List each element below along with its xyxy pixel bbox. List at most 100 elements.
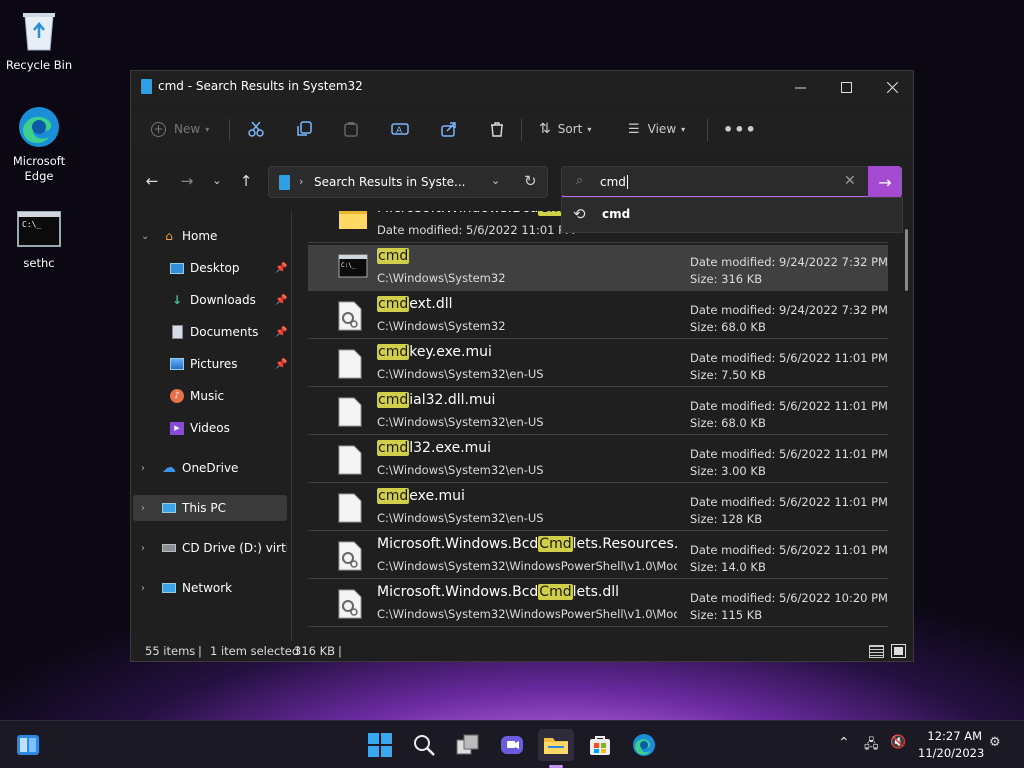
more-options-button[interactable]: ••• — [723, 117, 757, 141]
minimize-button[interactable] — [777, 71, 823, 103]
tiles-view-icon[interactable] — [891, 644, 906, 658]
nav-desktop[interactable]: Desktop 📌 — [133, 255, 287, 281]
delete-button[interactable] — [489, 117, 505, 141]
file-size: Size: 7.50 KB — [690, 368, 766, 382]
search-button[interactable] — [408, 729, 440, 761]
rename-button[interactable]: A — [391, 117, 409, 141]
show-hidden-icons-button[interactable]: ⌃ — [838, 735, 850, 751]
chevron-right-icon: › — [141, 502, 145, 514]
file-explorer-window: cmd - Search Results in System32 + New ▾… — [130, 70, 914, 662]
address-bar[interactable]: › Search Results in Syste... ⌄ ↻ — [268, 166, 548, 198]
nav-this-pc[interactable]: › This PC — [133, 495, 287, 521]
cd-drive-icon — [161, 540, 177, 556]
task-view-button[interactable] — [452, 729, 484, 761]
file-row[interactable]: cmdext.dll C:\Windows\System32 Date modifi… — [308, 293, 888, 339]
trash-icon — [491, 122, 503, 137]
svg-text:C:\_: C:\_ — [341, 262, 356, 269]
window-title: cmd - Search Results in System32 — [158, 79, 363, 93]
file-row[interactable]: C:\_ cmd C:\Windows\System32 Date modified:… — [308, 245, 888, 291]
address-dropdown-icon[interactable]: ⌄ — [491, 174, 500, 187]
file-date-modified: Date modified: 9/24/2022 7:32 PM — [690, 255, 888, 269]
volume-muted-icon[interactable]: 🔇 — [890, 735, 906, 750]
dll-file-icon — [338, 541, 368, 571]
desktop-icon-recycle-bin[interactable]: Recycle Bin — [1, 8, 77, 73]
toolbar-divider — [521, 119, 522, 141]
notification-icon[interactable]: ⚙ — [989, 735, 1001, 750]
clock-time[interactable]: 12:27 AM — [926, 729, 982, 743]
explorer-icon — [141, 79, 152, 94]
paste-button[interactable] — [343, 117, 359, 141]
clock-date[interactable]: 11/20/2023 — [918, 746, 984, 760]
toolbar-divider — [229, 119, 230, 141]
nav-onedrive[interactable]: › ☁ OneDrive — [133, 455, 287, 481]
arrow-up-icon: ↑ — [239, 172, 253, 190]
file-row[interactable]: cmdl32.exe.mui C:\Windows\System32\en-US D… — [308, 437, 888, 483]
network-status-icon[interactable]: 🖧 — [864, 735, 879, 757]
arrow-right-icon: → — [180, 172, 194, 190]
copy-button[interactable] — [296, 117, 312, 141]
file-row[interactable]: cmdial32.dll.mui C:\Windows\System32\en-U… — [308, 389, 888, 435]
search-input[interactable]: cmd — [600, 175, 628, 189]
microsoft-store-button[interactable] — [584, 729, 616, 761]
start-button[interactable] — [364, 729, 396, 761]
file-row[interactable]: Microsoft.Windows.BcdCmdlets.dll C:\Windo… — [308, 581, 888, 627]
nav-network[interactable]: › Network — [133, 575, 287, 601]
navigation-pane: ⌄ ⌂ Home Desktop 📌 ↓ Downloads 📌 Documen… — [131, 211, 291, 641]
view-button-label: View — [647, 122, 677, 136]
file-row[interactable]: Microsoft.Windows.BcdCmdlets.Resources..… — [308, 533, 888, 579]
search-go-button[interactable]: → — [868, 166, 902, 198]
desktop-icon-edge[interactable]: Microsoft Edge — [1, 104, 77, 184]
nav-downloads[interactable]: ↓ Downloads 📌 — [133, 287, 287, 313]
widgets-button[interactable] — [12, 729, 44, 761]
pin-icon: 📌 — [275, 294, 288, 306]
arrow-left-icon: ← — [145, 172, 159, 190]
file-size: Size: 68.0 KB — [690, 416, 766, 430]
search-box[interactable]: ⌕ cmd ✕ — [561, 166, 902, 198]
desktop-icon-label: sethc — [23, 256, 55, 270]
refresh-icon[interactable]: ↻ — [524, 172, 537, 190]
file-explorer-taskbar-button[interactable] — [538, 729, 574, 761]
desktop-icon-sethc[interactable]: C:\_ sethc — [1, 206, 77, 271]
details-view-icon[interactable] — [869, 645, 884, 658]
file-path: C:\Windows\System32\en-US — [377, 415, 544, 429]
new-button[interactable]: + New ▾ — [151, 117, 209, 141]
chevron-down-icon: ▾ — [681, 124, 686, 134]
up-button[interactable]: ↑ — [236, 171, 256, 191]
search-results-list: Microsoft.Windows.BcdCmdletsDate modifie… — [291, 211, 903, 643]
back-button[interactable]: ← — [142, 171, 162, 191]
recent-locations-button[interactable]: ⌄ — [207, 171, 227, 191]
nav-music[interactable]: ♪ Music — [133, 383, 287, 409]
file-name: Microsoft.Windows.BcdCmdlets.Resources..… — [377, 536, 677, 552]
nav-pictures[interactable]: Pictures 📌 — [133, 351, 287, 377]
maximize-button[interactable] — [823, 71, 869, 103]
chat-button[interactable] — [496, 729, 528, 761]
history-icon: ⟲ — [573, 205, 586, 223]
maximize-icon — [840, 81, 852, 93]
cut-button[interactable] — [248, 117, 264, 141]
nav-home[interactable]: ⌄ ⌂ Home — [133, 223, 287, 249]
edge-taskbar-button[interactable] — [628, 729, 660, 761]
forward-button[interactable]: → — [177, 171, 197, 191]
search-suggestion-item[interactable]: ⟲ cmd — [562, 198, 902, 232]
file-path: C:\Windows\System32\WindowsPowerShell\v1… — [377, 559, 677, 573]
view-button[interactable]: ☰ View ▾ — [628, 117, 685, 141]
network-icon — [161, 580, 177, 596]
nav-videos[interactable]: ▶ Videos — [133, 415, 287, 441]
windows-logo-icon — [368, 733, 392, 757]
close-button[interactable] — [869, 71, 913, 103]
copy-icon — [297, 121, 312, 136]
file-file-icon — [338, 493, 368, 523]
share-button[interactable] — [441, 117, 457, 141]
folder-icon — [544, 738, 568, 754]
file-row[interactable]: cmdexe.mui C:\Windows\System32\en-US Date … — [308, 485, 888, 531]
status-divider: | — [198, 644, 202, 658]
scissors-icon — [248, 121, 264, 137]
minimize-icon — [794, 87, 806, 88]
clear-search-icon[interactable]: ✕ — [844, 173, 856, 189]
file-row[interactable]: cmdkey.exe.mui C:\Windows\System32\en-US D… — [308, 341, 888, 387]
sort-button[interactable]: ⇅ Sort ▾ — [539, 117, 591, 141]
nav-cd-drive[interactable]: › CD Drive (D:) virtio-w — [133, 535, 287, 561]
nav-documents[interactable]: Documents 📌 — [133, 319, 287, 345]
vertical-scrollbar[interactable] — [905, 229, 908, 291]
title-bar[interactable]: cmd - Search Results in System32 — [131, 71, 913, 103]
